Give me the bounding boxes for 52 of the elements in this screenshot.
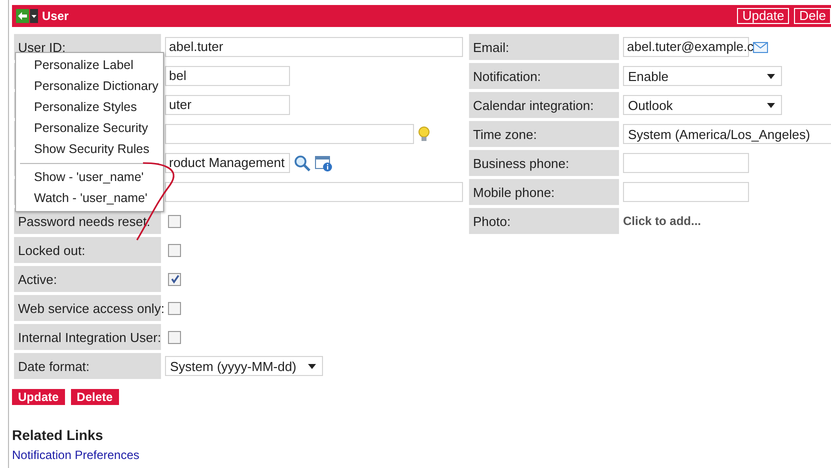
- text-field[interactable]: uter: [165, 95, 290, 115]
- checkbox[interactable]: [168, 302, 181, 314]
- dropdown[interactable]: Outlook: [623, 95, 782, 115]
- caret-icon: [767, 102, 775, 108]
- caret-icon: [767, 74, 775, 78]
- text-field[interactable]: [623, 153, 749, 173]
- checkbox[interactable]: [168, 272, 181, 286]
- form-title: User: [42, 9, 69, 23]
- info-window-icon[interactable]: [315, 154, 333, 172]
- field-label: Time zone:: [469, 121, 619, 147]
- envelope-icon[interactable]: [753, 42, 768, 52]
- photo-link[interactable]: Click to add...: [623, 214, 702, 228]
- dropdown[interactable]: System (America/Los_Angeles): [623, 124, 831, 144]
- form-button[interactable]: Delete: [70, 389, 119, 405]
- back-arrow-icon[interactable]: [16, 9, 29, 23]
- text-field[interactable]: bel: [165, 66, 290, 86]
- form-button[interactable]: Update: [12, 389, 65, 405]
- text-field[interactable]: [623, 182, 749, 202]
- text-field[interactable]: roduct Management: [165, 153, 290, 173]
- field-label: Photo:: [469, 208, 619, 234]
- field-label: Active:: [14, 266, 161, 292]
- caret-icon: [308, 364, 316, 368]
- menu-item[interactable]: Watch - 'user_name': [16, 188, 163, 209]
- field-label: Notification:: [469, 63, 619, 89]
- checkbox[interactable]: [168, 214, 181, 228]
- text-field[interactable]: [165, 182, 463, 202]
- field-label: Email:: [469, 34, 619, 60]
- menu-item[interactable]: Personalize Security: [16, 118, 163, 139]
- field-label: Calendar integration:: [469, 92, 619, 118]
- menu-item[interactable]: Show Security Rules: [16, 139, 163, 160]
- caret-icon[interactable]: [30, 9, 38, 23]
- header-button[interactable]: Dele: [794, 8, 831, 24]
- field-label: Mobile phone:: [469, 179, 619, 205]
- field-label: Date format:: [14, 353, 161, 379]
- menu-item[interactable]: Show - 'user_name': [16, 167, 163, 188]
- related-link[interactable]: Notification Preferences: [12, 448, 140, 462]
- text-field[interactable]: [165, 124, 414, 144]
- field-label: Business phone:: [469, 150, 619, 176]
- lightbulb-icon[interactable]: [418, 126, 430, 142]
- text-field[interactable]: abel.tuter: [165, 37, 463, 57]
- field-label: Locked out:: [14, 237, 161, 263]
- checkbox[interactable]: [168, 244, 181, 256]
- checkbox[interactable]: [168, 330, 181, 344]
- section-heading: Related Links: [12, 427, 104, 443]
- search-icon[interactable]: [294, 154, 311, 172]
- field-label: Internal Integration User:: [14, 324, 161, 350]
- dropdown[interactable]: System (yyyy-MM-dd): [165, 356, 323, 376]
- header-button[interactable]: Update: [737, 8, 790, 24]
- field-label: Web service access only:: [14, 295, 161, 321]
- menu-item[interactable]: Personalize Dictionary: [16, 76, 163, 97]
- dropdown[interactable]: Enable: [623, 66, 782, 86]
- menu-item[interactable]: Personalize Styles: [16, 97, 163, 118]
